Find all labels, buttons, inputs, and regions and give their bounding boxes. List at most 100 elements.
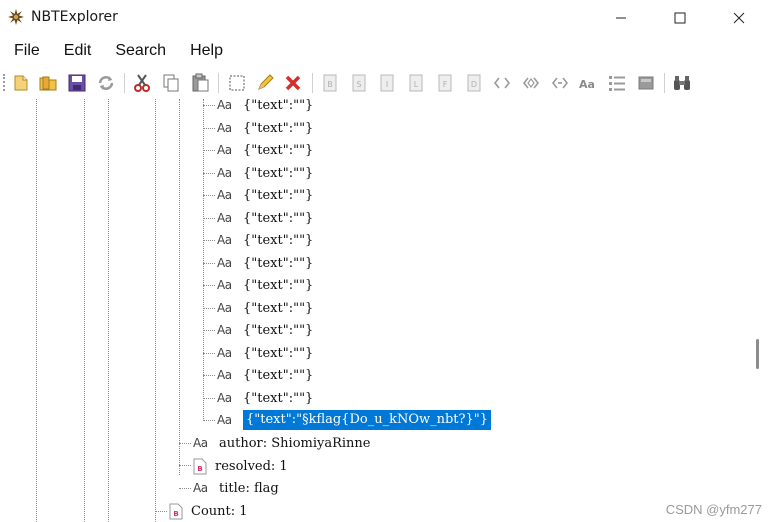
- tree-node-label: {"text":""}: [243, 232, 314, 248]
- tree-node-resolved[interactable]: B resolved: 1: [193, 455, 288, 477]
- tree-node-text-entry[interactable]: Aa {"text":""}: [217, 162, 313, 184]
- tree-node-text-entry[interactable]: Aa {"text":""}: [217, 99, 313, 116]
- save-icon[interactable]: [67, 73, 87, 93]
- menu-help[interactable]: Help: [178, 36, 235, 66]
- tree-node-text-entry[interactable]: Aa {"text":""}: [217, 207, 313, 229]
- find-icon[interactable]: [672, 73, 692, 93]
- menu-file[interactable]: File: [0, 36, 52, 66]
- add-int-letter: I: [386, 80, 388, 89]
- cut-icon[interactable]: [132, 73, 152, 93]
- open-folder-icon[interactable]: [38, 73, 58, 93]
- copy-icon[interactable]: [161, 73, 181, 93]
- add-string-label: Aa: [579, 78, 595, 91]
- paste-icon[interactable]: [190, 73, 210, 93]
- string-tag-icon: Aa: [217, 346, 232, 360]
- add-float-icon[interactable]: F: [435, 73, 455, 93]
- add-short-icon[interactable]: S: [349, 73, 369, 93]
- string-tag-icon: Aa: [217, 99, 232, 112]
- tree-node-label: {"text":""}: [243, 120, 314, 136]
- add-short-letter: S: [356, 80, 361, 89]
- byte-tag-icon: B: [193, 458, 207, 474]
- edit-icon[interactable]: [255, 73, 275, 93]
- tree-node-text-entry[interactable]: Aa {"text":""}: [217, 342, 313, 364]
- toolbar-separator: [312, 73, 313, 93]
- string-tag-icon: Aa: [217, 188, 232, 202]
- add-byte-icon[interactable]: B: [320, 73, 340, 93]
- tree-guide-line: [179, 99, 180, 475]
- tree-node-text-entry[interactable]: Aa {"text":""}: [217, 252, 313, 274]
- tree-node-label: {"text":""}: [243, 210, 314, 226]
- tree-node-text-entry[interactable]: Aa {"text":""}: [217, 117, 313, 139]
- add-list-icon[interactable]: [607, 73, 627, 93]
- menu-edit[interactable]: Edit: [52, 36, 104, 66]
- tree-node-count[interactable]: B Count: 1: [169, 500, 248, 522]
- tree-node-text-entry[interactable]: Aa {"text":""}: [217, 297, 313, 319]
- toolbar-separator: [218, 73, 219, 93]
- tree-node-label: {"text":""}: [243, 390, 314, 406]
- add-byte-letter: B: [327, 80, 333, 89]
- tree-connector: [203, 128, 215, 129]
- tree-node-label: author: ShiomiyaRinne: [219, 435, 371, 451]
- toolbar-separator: [664, 73, 665, 93]
- tree-node-text-entry[interactable]: Aa {"text":""}: [217, 319, 313, 341]
- add-compound-icon[interactable]: [636, 73, 656, 93]
- add-double-letter: D: [471, 80, 477, 89]
- refresh-icon[interactable]: [96, 73, 116, 93]
- toolbar: B S I L F D Aa: [0, 66, 770, 99]
- tree-node-text-entry[interactable]: Aa {"text":""}: [217, 274, 313, 296]
- scrollbar-thumb[interactable]: [756, 339, 759, 369]
- add-long-array-icon[interactable]: [550, 73, 570, 93]
- tree-node-label: {"text":""}: [243, 277, 314, 293]
- tree-connector: [179, 465, 191, 466]
- string-tag-icon: Aa: [217, 391, 232, 405]
- tree-node-text-entry[interactable]: Aa {"text":""}: [217, 229, 313, 251]
- open-file-icon[interactable]: [11, 73, 31, 93]
- tree-guide-line: [84, 99, 85, 522]
- tree-node-text-entry[interactable]: Aa {"text":""}: [217, 184, 313, 206]
- tree-connector: [179, 488, 191, 489]
- string-tag-icon: Aa: [217, 166, 232, 180]
- string-tag-icon: Aa: [217, 233, 232, 247]
- tree-guide-line: [108, 99, 109, 522]
- tree-node-label: {"text":""}: [243, 322, 314, 338]
- menu-search[interactable]: Search: [103, 36, 178, 66]
- tree-connector: [203, 105, 215, 106]
- add-float-letter: F: [443, 80, 448, 89]
- menu-bar: File Edit Search Help: [0, 36, 770, 66]
- app-logo-icon: [8, 9, 24, 25]
- tree-node-author[interactable]: Aa author: ShiomiyaRinne: [193, 432, 371, 454]
- tree-node-label: resolved: 1: [215, 458, 288, 474]
- maximize-button[interactable]: [656, 0, 704, 36]
- add-string-icon[interactable]: Aa: [578, 73, 598, 93]
- tree-connector: [203, 330, 215, 331]
- tree-node-text-entry[interactable]: Aa {"text":""}: [217, 364, 313, 386]
- toolbar-grip: [3, 74, 7, 91]
- tree-node-selected-entry[interactable]: Aa {"text":"§kflag{Do_u_kNOw_nbt?}"}: [217, 409, 492, 431]
- add-int-icon[interactable]: I: [377, 73, 397, 93]
- string-tag-icon: Aa: [217, 121, 232, 135]
- string-tag-icon: Aa: [217, 256, 232, 270]
- tree-connector: [203, 398, 215, 399]
- rename-icon[interactable]: [227, 73, 247, 93]
- string-tag-icon: Aa: [193, 481, 208, 495]
- delete-icon[interactable]: [283, 73, 303, 93]
- add-double-icon[interactable]: D: [464, 73, 484, 93]
- nbt-tree-view[interactable]: Aa {"text":""} Aa {"text":""} Aa {"text":""…: [0, 99, 770, 522]
- string-tag-icon: Aa: [217, 301, 232, 315]
- byte-tag-letter: B: [173, 510, 178, 518]
- tree-node-title[interactable]: Aa title: flag: [193, 477, 279, 499]
- add-int-array-icon[interactable]: [521, 73, 541, 93]
- vertical-scrollbar[interactable]: [748, 99, 770, 522]
- minimize-button[interactable]: [597, 0, 645, 36]
- tree-connector: [203, 240, 215, 241]
- close-icon: [733, 12, 745, 24]
- tree-connector: [203, 420, 215, 421]
- close-button[interactable]: [715, 0, 763, 36]
- add-byte-array-icon[interactable]: [492, 73, 512, 93]
- string-tag-icon: Aa: [193, 436, 208, 450]
- tree-node-label: {"text":""}: [243, 255, 314, 271]
- add-long-icon[interactable]: L: [406, 73, 426, 93]
- tree-node-text-entry[interactable]: Aa {"text":""}: [217, 387, 313, 409]
- minimize-icon: [616, 17, 626, 19]
- tree-node-text-entry[interactable]: Aa {"text":""}: [217, 139, 313, 161]
